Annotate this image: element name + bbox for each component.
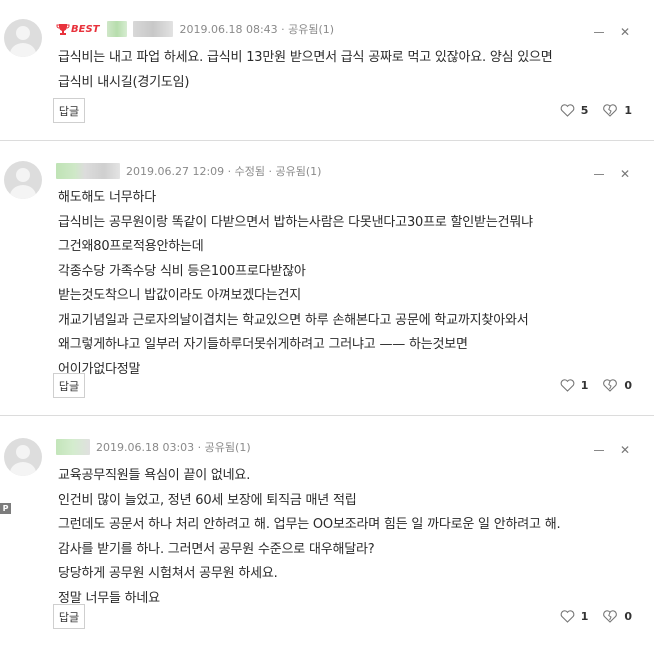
- reply-button[interactable]: 답글: [53, 98, 85, 123]
- comment-line: 그런데도 공문서 하나 처리 안하려고 해. 업무는 OO보조라며 힘든 일 까…: [58, 517, 561, 532]
- reply-button[interactable]: 답글: [53, 604, 85, 629]
- vote-area: 5 1: [560, 104, 632, 117]
- comment-line: 급식비는 공무원이랑 똑같이 다받으면서 밥하는사람은 다못낸다고30프로 할인…: [58, 214, 533, 230]
- comment-line: 급식비는 내고 파업 하세요. 급식비 13만원 받으면서 급식 공짜로 먹고 …: [58, 50, 553, 65]
- nickname-blurred: [56, 439, 90, 455]
- comment-line: 해도해도 너무하다: [58, 190, 157, 205]
- vote-area: 1 0: [560, 610, 632, 623]
- like-count: 1: [580, 610, 589, 623]
- comment-line: 인건비 많이 늘었고, 정년 60세 보장에 퇴직금 매년 적립: [58, 492, 357, 508]
- default-profile-icon: [4, 438, 42, 476]
- like-button[interactable]: 1: [560, 610, 589, 623]
- default-profile-icon: [4, 161, 42, 199]
- comment-line: 어이가없다정말: [58, 361, 141, 377]
- like-button[interactable]: 1: [560, 379, 589, 392]
- dislike-count: 0: [624, 379, 632, 392]
- comment-meta: 2019.06.18 03:03 · 공유됨(1): [56, 438, 251, 456]
- best-label: BEST: [71, 23, 100, 35]
- close-icon[interactable]: ✕: [620, 168, 630, 180]
- minus-icon[interactable]: [593, 31, 604, 33]
- comment-date-share: 2019.06.18 03:03 · 공유됨(1): [96, 441, 251, 454]
- dislike-button[interactable]: 0: [602, 379, 632, 392]
- minus-icon[interactable]: [593, 173, 604, 175]
- dislike-button[interactable]: 1: [602, 104, 632, 117]
- broken-heart-icon: [603, 104, 618, 117]
- dislike-button[interactable]: 0: [602, 610, 632, 623]
- nickname-blurred: [107, 21, 128, 37]
- comment-line: 개교기념일과 근로자의날이겹치는 학교있으면 하루 손해본다고 공문에 학교까지…: [58, 312, 529, 328]
- comment-line: 감사를 받기를 하나. 그러면서 공무원 수준으로 대우해달라?: [58, 541, 375, 557]
- comment-date-share: 2019.06.27 12:09 · 수정됨 · 공유됨(1): [126, 165, 322, 178]
- comment-line: 교육공무직원들 욕심이 끝이 없네요.: [58, 468, 251, 483]
- comment-menu: ✕: [593, 168, 630, 180]
- close-icon[interactable]: ✕: [620, 444, 630, 456]
- comment-date-share: 2019.06.18 08:43 · 공유됨(1): [179, 23, 335, 36]
- comment-item: BEST 2019.06.18 08:43 · 공유됨(1) ✕ 급식비는 내고…: [0, 0, 654, 140]
- broken-heart-icon: [603, 379, 618, 392]
- nickname-blurred: [133, 21, 174, 37]
- minus-icon[interactable]: [593, 449, 604, 451]
- heart-outline-icon: [560, 379, 575, 392]
- comment-line: 각종수당 가족수당 식비 등은100프로다받잖아: [58, 263, 306, 279]
- trophy-icon: [56, 23, 70, 35]
- comment-line: 급식비 내시길(경기도임): [58, 74, 190, 90]
- comment-line: 당당하게 공무원 시험쳐서 공무원 하세요.: [58, 566, 278, 581]
- side-marker: P: [0, 503, 11, 514]
- default-profile-icon: [4, 19, 42, 57]
- comment-line: 받는것도착으니 밥값이라도 아껴보겠다는건지: [58, 288, 302, 303]
- heart-outline-icon: [560, 610, 575, 623]
- heart-outline-icon: [560, 104, 575, 117]
- comment-line: 왜그렇게하냐고 일부러 자기들하루더못쉬게하려고 그러냐고 —— 하는것보면: [58, 337, 468, 352]
- comment-line: 정말 너무들 하네요: [58, 590, 160, 606]
- comment-item: 2019.06.18 03:03 · 공유됨(1) ✕ 교육공무직원들 욕심이 …: [0, 416, 654, 649]
- close-icon[interactable]: ✕: [620, 26, 630, 38]
- dislike-count: 0: [624, 610, 632, 623]
- comment-meta: 2019.06.27 12:09 · 수정됨 · 공유됨(1): [56, 162, 321, 180]
- comment-line: 그건왜80프로적용안하는데: [58, 239, 204, 254]
- like-count: 5: [580, 104, 589, 117]
- reply-button[interactable]: 답글: [53, 373, 85, 398]
- comment-meta: BEST 2019.06.18 08:43 · 공유됨(1): [56, 20, 334, 38]
- vote-area: 1 0: [560, 379, 632, 392]
- like-count: 1: [580, 379, 589, 392]
- comment-menu: ✕: [593, 444, 630, 456]
- dislike-count: 1: [624, 104, 632, 117]
- comment-menu: ✕: [593, 26, 630, 38]
- comment-body: 해도해도 너무하다 급식비는 공무원이랑 똑같이 다받으면서 밥하는사람은 다못…: [58, 186, 533, 382]
- comment-item: 2019.06.27 12:09 · 수정됨 · 공유됨(1) ✕ 해도해도 너…: [0, 141, 654, 415]
- broken-heart-icon: [603, 610, 618, 623]
- best-badge: BEST: [56, 23, 99, 36]
- nickname-blurred: [56, 163, 120, 179]
- like-button[interactable]: 5: [560, 104, 589, 117]
- comment-body: 급식비는 내고 파업 하세요. 급식비 13만원 받으면서 급식 공짜로 먹고 …: [58, 46, 553, 95]
- comment-body: 교육공무직원들 욕심이 끝이 없네요. 인건비 많이 늘었고, 정년 60세 보…: [58, 464, 561, 611]
